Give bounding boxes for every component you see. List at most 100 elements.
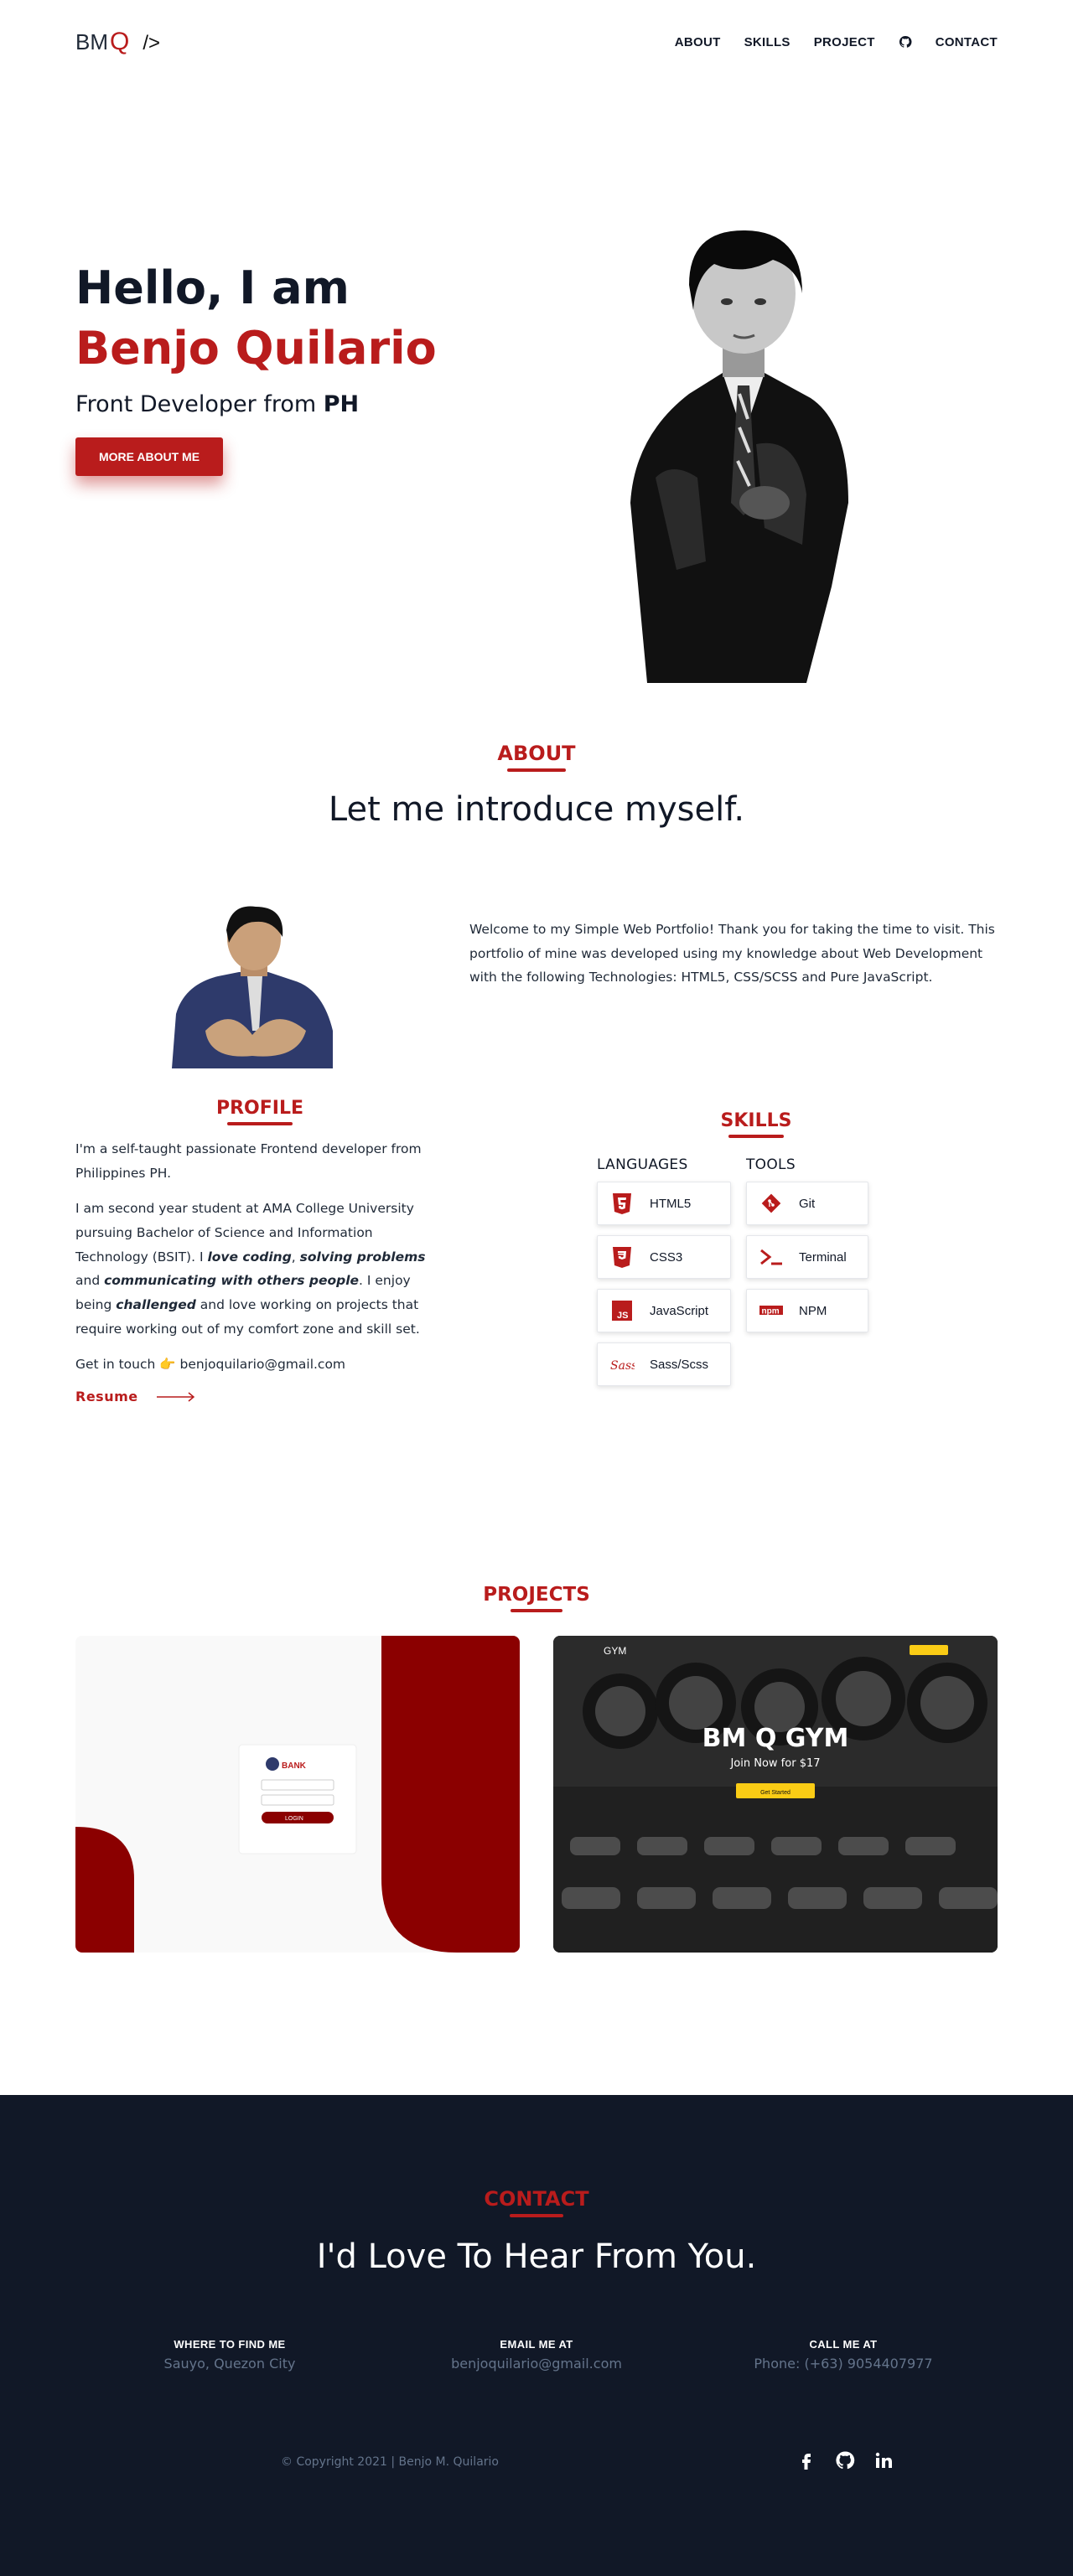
skill-sass-label: Sass/Scss xyxy=(650,1357,709,1372)
resume-label: Resume xyxy=(75,1389,138,1405)
p2-challenged: challenged xyxy=(116,1297,196,1313)
svg-text:npm: npm xyxy=(762,1307,780,1316)
skill-terminal: Terminal xyxy=(746,1235,868,1279)
contact-title: I'd Love To Hear From You. xyxy=(316,2237,757,2276)
nav-link-contact[interactable]: CONTACT xyxy=(936,35,998,49)
copyright-text: © Copyright 2021 | Benjo M. Quilario xyxy=(281,2455,499,2469)
site-logo[interactable]: BM Q /> xyxy=(75,28,160,56)
nav-link-skills[interactable]: SKILLS xyxy=(744,35,790,49)
hero-sub-bold: PH xyxy=(323,391,360,417)
gym-title-text: BM Q GYM xyxy=(702,1724,849,1753)
skill-terminal-label: Terminal xyxy=(799,1249,847,1265)
languages-column: LANGUAGES HTML5 CSS3 JS JavaScript Sas s … xyxy=(597,1156,731,1396)
bank-logo-text: BANK xyxy=(282,1761,307,1771)
projects-label: PROJECTS xyxy=(483,1584,590,1606)
bank-project-screenshot: BANK LOGIN xyxy=(75,1636,520,1953)
resume-link[interactable]: Resume xyxy=(75,1389,444,1404)
facebook-icon[interactable] xyxy=(796,2450,816,2470)
pointing-hand-icon: 👉 xyxy=(159,1357,176,1373)
call-me-at: CALL ME AT Phone: (+63) 9054407977 xyxy=(701,2338,986,2372)
nav-menu: ABOUT SKILLS PROJECT CONTACT xyxy=(675,35,998,49)
tools-heading: TOOLS xyxy=(746,1156,796,1173)
hero-section: Hello, I am Benjo Quilario Front Develop… xyxy=(0,84,1073,687)
p2-solving-problems: solving problems xyxy=(299,1249,426,1265)
sass-icon: Sass xyxy=(610,1359,635,1373)
more-about-me-button[interactable]: MORE ABOUT ME xyxy=(75,437,224,476)
svg-text:JS: JS xyxy=(617,1311,628,1321)
skill-columns: LANGUAGES HTML5 CSS3 JS JavaScript Sas s … xyxy=(597,1156,915,1396)
arrow-right-icon xyxy=(156,1391,194,1402)
top-nav: BM Q /> ABOUT SKILLS PROJECT CONTACT xyxy=(0,0,1073,84)
bank-login-text: LOGIN xyxy=(285,1816,303,1822)
p2-c: , xyxy=(291,1249,300,1265)
profile-underline xyxy=(227,1122,293,1125)
contact-section: CONTACT I'd Love To Hear From You. WHERE… xyxy=(0,2095,1073,2576)
where-to-find-me: WHERE TO FIND ME Sauyo, Quezon City xyxy=(87,2338,372,2372)
javascript-icon: JS xyxy=(612,1301,632,1321)
about-label: ABOUT xyxy=(497,742,576,765)
where-value: Sauyo, Quezon City xyxy=(163,2356,296,2372)
project-card-bank[interactable]: BANK LOGIN xyxy=(75,1636,520,1953)
email-me-at: EMAIL ME AT benjoquilario@gmail.com xyxy=(394,2338,679,2372)
call-value[interactable]: Phone: (+63) 9054407977 xyxy=(701,2356,986,2372)
email-heading: EMAIL ME AT xyxy=(500,2338,573,2351)
project-card-gym[interactable]: GYM BM Q GYM Join Now for $17 Get Starte… xyxy=(553,1636,998,1953)
about-intro-text: Welcome to my Simple Web Portfolio! Than… xyxy=(469,922,995,985)
skill-npm-label: NPM xyxy=(799,1303,827,1318)
html5-icon xyxy=(613,1193,631,1214)
contact-underline xyxy=(510,2214,563,2217)
hero-hello: Hello, I am xyxy=(75,261,350,314)
profile-paragraph-1: I'm a self-taught passionate Frontend de… xyxy=(75,1141,422,1181)
hero-portrait-image xyxy=(630,230,848,683)
email-value[interactable]: benjoquilario@gmail.com xyxy=(394,2356,679,2372)
skill-html5-label: HTML5 xyxy=(650,1196,692,1211)
languages-heading: LANGUAGES xyxy=(597,1156,688,1173)
npm-icon: npm xyxy=(759,1306,783,1316)
css3-icon xyxy=(613,1247,631,1268)
hero-text: Hello, I am Benjo Quilario Front Develop… xyxy=(75,260,437,476)
profile-paragraph-2: I am second year student at AMA College … xyxy=(75,1197,444,1341)
call-heading: CALL ME AT xyxy=(809,2338,878,2351)
svg-text:Sass: Sass xyxy=(610,1359,635,1373)
terminal-icon xyxy=(760,1249,782,1265)
gym-brand-text: GYM xyxy=(604,1645,626,1657)
p2-e: and xyxy=(75,1273,105,1289)
skill-javascript: JS JavaScript xyxy=(597,1289,731,1332)
logo-tag: /> xyxy=(143,32,161,54)
skill-css3-label: CSS3 xyxy=(650,1249,683,1265)
github-icon[interactable] xyxy=(835,2450,855,2470)
nav-link-project[interactable]: PROJECT xyxy=(814,35,875,49)
skill-git-label: Git xyxy=(799,1196,816,1211)
profile-email[interactable]: benjoquilario@gmail.com xyxy=(180,1357,346,1372)
skills-block: SKILLS LANGUAGES HTML5 CSS3 JS JavaScrip… xyxy=(597,1110,915,1396)
about-title: Let me introduce myself. xyxy=(328,790,745,829)
nav-link-about[interactable]: ABOUT xyxy=(675,35,721,49)
gym-project-screenshot: GYM BM Q GYM Join Now for $17 Get Starte… xyxy=(553,1636,998,1953)
tools-column: TOOLS Git Terminal npm NPM xyxy=(746,1156,868,1396)
hero-subtitle: Front Developer from PH xyxy=(75,391,437,417)
get-in-touch-line: Get in touch 👉 benjoquilario@gmail.com xyxy=(75,1353,444,1377)
get-in-touch-label: Get in touch xyxy=(75,1357,156,1373)
profile-block: PROFILE I'm a self-taught passionate Fro… xyxy=(75,1098,444,1404)
skill-sass: Sass Sass/Scss xyxy=(597,1342,731,1386)
git-icon xyxy=(761,1193,781,1213)
projects-section: PROJECTS BANK LOGIN GYM BM Q GYM Join No… xyxy=(0,1584,1073,1953)
github-icon[interactable] xyxy=(899,35,912,49)
where-heading: WHERE TO FIND ME xyxy=(174,2338,286,2351)
contact-label: CONTACT xyxy=(484,2187,589,2211)
about-section: ABOUT Let me introduce myself. Welcome t… xyxy=(0,742,1073,1404)
skills-underline xyxy=(728,1135,784,1138)
hero-sub-prefix: Front Developer from xyxy=(75,391,324,417)
projects-underline xyxy=(511,1609,562,1612)
skill-css3: CSS3 xyxy=(597,1235,731,1279)
logo-q: Q xyxy=(110,28,130,55)
social-links xyxy=(796,2450,894,2470)
profile-photo xyxy=(172,906,333,1068)
skill-git: Git xyxy=(746,1182,868,1225)
skills-label: SKILLS xyxy=(720,1110,792,1131)
skill-javascript-label: JavaScript xyxy=(650,1303,709,1318)
p2-love-coding: love coding xyxy=(207,1249,292,1265)
linkedin-icon[interactable] xyxy=(873,2450,894,2470)
profile-label: PROFILE xyxy=(215,1098,304,1119)
hero-name: Benjo Quilario xyxy=(75,321,437,375)
